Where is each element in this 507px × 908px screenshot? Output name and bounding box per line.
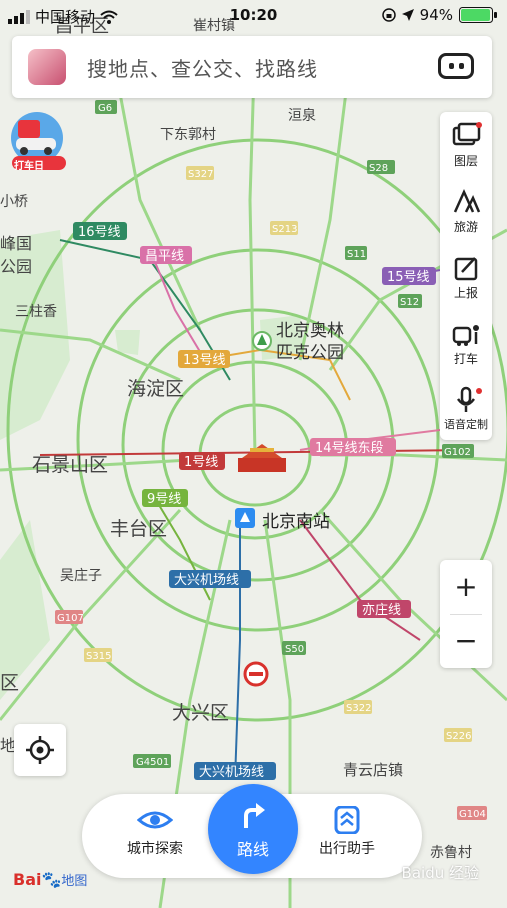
taxi-icon bbox=[452, 325, 479, 346]
tool-label: 打车 bbox=[453, 352, 478, 366]
line-label: 15号线 bbox=[387, 270, 430, 285]
place-label: 北京奥林 bbox=[276, 321, 344, 341]
place-label: 匹克公园 bbox=[276, 343, 344, 363]
train-station-icon bbox=[235, 508, 255, 528]
place-label: 吴庄子 bbox=[60, 567, 102, 584]
place-label: 石景山区 bbox=[32, 454, 108, 476]
zoom-out-button[interactable]: − bbox=[440, 614, 492, 668]
route-button[interactable]: 路线 bbox=[208, 784, 298, 874]
road-shield: S315 bbox=[86, 651, 111, 662]
orientation-lock-icon bbox=[381, 8, 396, 22]
place-label: 峰国 bbox=[0, 234, 32, 253]
logo-text-zh: 地图 bbox=[61, 874, 88, 889]
eye-icon bbox=[137, 811, 173, 829]
travel-assistant-label: 出行助手 bbox=[319, 841, 375, 857]
tool-label: 旅游 bbox=[453, 220, 478, 234]
city-explore-button[interactable]: 城市探索 bbox=[100, 806, 210, 858]
notification-dot bbox=[476, 122, 482, 128]
turn-right-arrow-icon bbox=[244, 803, 265, 828]
battery-percent: 94% bbox=[419, 6, 453, 24]
paw-icon: 🐾 bbox=[41, 870, 62, 889]
travel-icon bbox=[453, 188, 481, 213]
road-shield: G107 bbox=[57, 613, 84, 624]
line-label: 14号线东段 bbox=[315, 441, 384, 456]
road-shield: G104 bbox=[459, 809, 486, 820]
tool-label: 上报 bbox=[453, 286, 478, 300]
line-label: 大兴机场线 bbox=[199, 765, 264, 780]
road-shield: G102 bbox=[444, 447, 471, 458]
road-shield: G6 bbox=[98, 103, 112, 114]
report-icon bbox=[454, 257, 478, 281]
road-shield: S213 bbox=[272, 224, 297, 235]
tool-taxi[interactable]: 打车 bbox=[440, 320, 492, 367]
tool-label: 语音定制 bbox=[444, 418, 488, 431]
place-label: 大兴区 bbox=[172, 702, 229, 724]
locate-icon bbox=[26, 736, 54, 764]
watermark: Baidu 经验 bbox=[401, 864, 479, 882]
map-canvas[interactable]: 昌平区 崔村镇 下东郭村 洹泉 小桥 峰国 公园 三柱香 北京奥林 匹克公园 海… bbox=[0, 0, 507, 908]
place-label: 海淀区 bbox=[127, 378, 184, 400]
no-entry-icon bbox=[243, 661, 269, 687]
battery-charging-icon bbox=[459, 7, 497, 23]
search-bar[interactable]: 搜地点、查公交、找路线 bbox=[12, 36, 492, 98]
tool-layers[interactable]: 图层 bbox=[440, 122, 492, 169]
search-placeholder[interactable]: 搜地点、查公交、找路线 bbox=[87, 53, 318, 82]
tool-report[interactable]: 上报 bbox=[440, 254, 492, 301]
road-shield: G4501 bbox=[136, 757, 169, 768]
logo-text: Bai bbox=[13, 870, 42, 889]
line-label: 1号线 bbox=[184, 455, 218, 470]
zoom-in-button[interactable]: + bbox=[440, 560, 492, 614]
map-tools-panel: 图层 旅游 上报 打车 语音定制 bbox=[440, 112, 492, 440]
location-arrow-icon bbox=[401, 9, 414, 21]
place-label: 三柱香 bbox=[15, 304, 57, 320]
line-label: 大兴机场线 bbox=[174, 573, 239, 588]
user-avatar[interactable] bbox=[28, 49, 66, 85]
road-shield: S12 bbox=[400, 297, 419, 308]
line-label: 昌平线 bbox=[145, 249, 184, 264]
place-label: 小桥 bbox=[0, 194, 28, 210]
taxi-day-promo[interactable]: 打车日 bbox=[6, 110, 68, 172]
tool-label: 图层 bbox=[453, 154, 478, 168]
road-shield: S327 bbox=[188, 169, 213, 180]
tool-travel[interactable]: 旅游 bbox=[440, 188, 492, 235]
place-label: 青云店镇 bbox=[343, 761, 403, 779]
taxi-day-label: 打车日 bbox=[14, 161, 44, 172]
locate-me-button[interactable] bbox=[14, 724, 66, 776]
road-shield: S322 bbox=[346, 703, 371, 714]
tool-voice[interactable]: 语音定制 bbox=[440, 386, 492, 432]
city-explore-label: 城市探索 bbox=[127, 841, 183, 857]
road-shield: S50 bbox=[285, 644, 304, 655]
place-label: 赤鲁村 bbox=[430, 845, 472, 861]
route-label: 路线 bbox=[236, 840, 269, 859]
baidu-map-logo: Bai🐾地图 bbox=[13, 870, 87, 889]
road-shield: S28 bbox=[369, 163, 388, 174]
place-label: 下东郭村 bbox=[160, 126, 216, 143]
place-label: 北京南站 bbox=[262, 512, 330, 532]
place-label: 洹泉 bbox=[288, 107, 316, 124]
travel-assistant-button[interactable]: 出行助手 bbox=[292, 806, 402, 858]
assistant-icon bbox=[334, 806, 360, 834]
notification-dot bbox=[476, 388, 482, 394]
road-shield: S226 bbox=[446, 731, 471, 742]
road-shield: S11 bbox=[347, 249, 366, 260]
place-label: 公园 bbox=[0, 257, 32, 276]
status-bar: 中国移动 10:20 94% bbox=[0, 0, 507, 32]
place-label: 区 bbox=[0, 672, 19, 694]
zoom-controls: + − bbox=[440, 560, 492, 668]
line-label: 9号线 bbox=[147, 492, 181, 507]
line-label: 亦庄线 bbox=[362, 602, 401, 618]
line-label: 13号线 bbox=[183, 353, 226, 368]
line-label: 16号线 bbox=[78, 225, 121, 240]
assistant-robot-icon[interactable] bbox=[438, 53, 474, 79]
place-label: 丰台区 bbox=[110, 518, 167, 540]
